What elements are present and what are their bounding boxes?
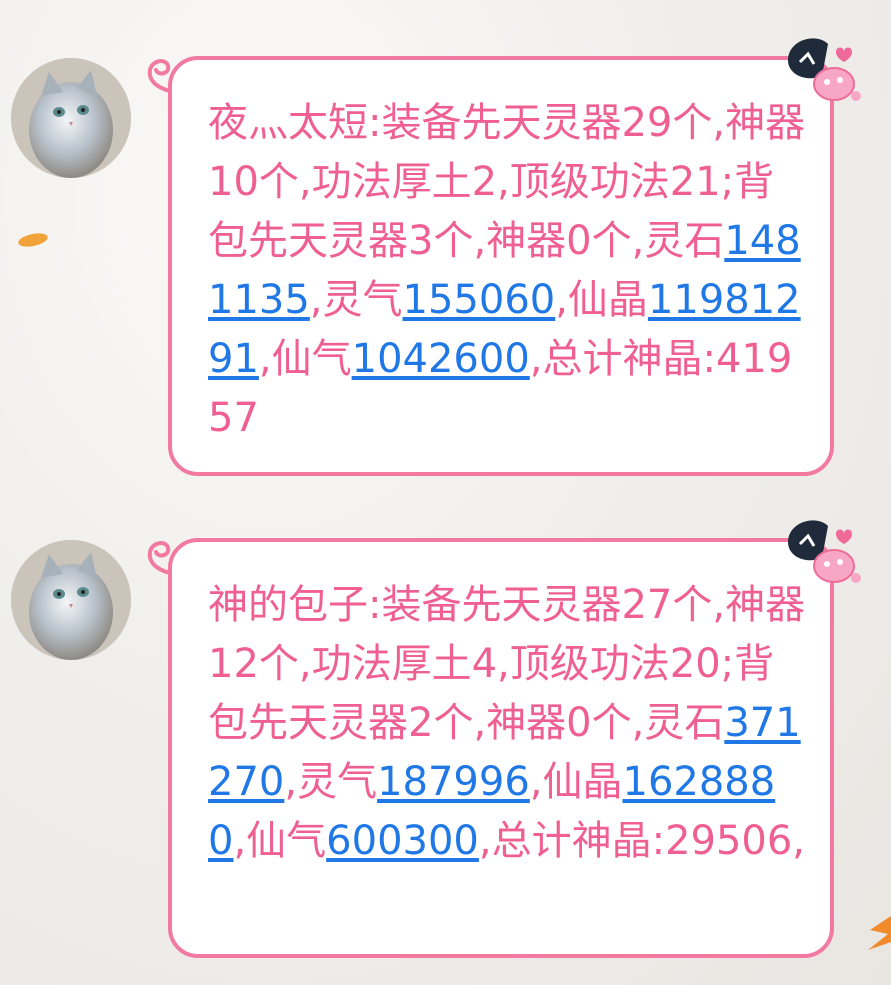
avatar[interactable] <box>11 540 131 660</box>
cat-avatar-icon <box>11 540 131 660</box>
number-link[interactable]: 155060 <box>403 277 556 323</box>
message-text: 神的包子:装备先天灵器27个,神器12个,功法厚土4,顶级功法20;背包先天灵器… <box>208 582 806 864</box>
cat-avatar-icon <box>11 58 131 178</box>
number-link[interactable]: 1042600 <box>352 336 530 382</box>
number-link[interactable]: 600300 <box>326 818 479 864</box>
message-bubble[interactable]: 神的包子:装备先天灵器27个,神器12个,功法厚土4,顶级功法20;背包先天灵器… <box>168 538 834 958</box>
sender-name: 神的包子 <box>208 582 368 628</box>
sender-name: 夜灬太短 <box>208 100 368 146</box>
cartoon-mascot-icon <box>788 520 861 583</box>
cartoon-mascot-icon <box>788 38 861 101</box>
background-leaf-icon <box>18 233 48 247</box>
number-link[interactable]: 187996 <box>377 759 530 805</box>
avatar[interactable] <box>11 58 131 178</box>
background-leaf-icon <box>868 916 891 950</box>
message-text: 夜灬太短:装备先天灵器29个,神器10个,功法厚土2,顶级功法21;背包先天灵器… <box>208 100 806 441</box>
message-bubble[interactable]: 夜灬太短:装备先天灵器29个,神器10个,功法厚土2,顶级功法21;背包先天灵器… <box>168 56 834 476</box>
